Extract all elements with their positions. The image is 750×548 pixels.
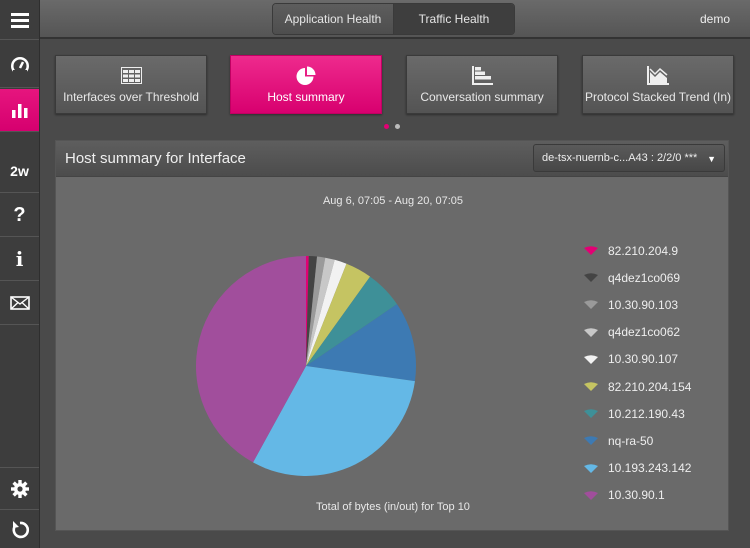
sidebar: 2w ? i: [0, 0, 40, 548]
legend-swatch-icon: [584, 436, 598, 446]
legend-swatch-icon: [584, 382, 598, 392]
legend-item[interactable]: 10.30.90.103: [584, 291, 691, 318]
sidebar-settings-button[interactable]: [0, 467, 39, 510]
mail-icon: [9, 296, 30, 310]
tile-interfaces-over-threshold[interactable]: Interfaces over Threshold: [55, 55, 207, 114]
legend-item[interactable]: 10.30.90.107: [584, 346, 691, 373]
tile-label: Interfaces over Threshold: [63, 90, 199, 104]
sidebar-dashboard-button[interactable]: [0, 45, 39, 88]
chevron-down-icon: ▼: [707, 154, 716, 164]
panel-header: Host summary for Interface de-tsx-nuernb…: [56, 141, 728, 177]
chart-date-range: Aug 6, 07:05 - Aug 20, 07:05: [322, 195, 464, 207]
tile-protocol-stacked-trend[interactable]: Protocol Stacked Trend (In): [582, 55, 734, 114]
legend-swatch-icon: [584, 491, 598, 500]
tile-label: Conversation summary: [420, 90, 544, 104]
legend-item[interactable]: 82.210.204.154: [584, 373, 691, 400]
tab-application-health[interactable]: Application Health: [273, 4, 394, 34]
legend-swatch-icon: [584, 327, 598, 337]
pie-chart: [195, 256, 416, 476]
tile-label: Host summary: [267, 90, 345, 104]
legend-item[interactable]: 10.212.190.43: [584, 400, 691, 427]
legend-item[interactable]: q4dez1co069: [584, 264, 691, 291]
legend-swatch-icon: [584, 246, 598, 256]
top-bar: Application Health Traffic Health demo: [40, 0, 750, 39]
sidebar-info-button[interactable]: i: [0, 238, 39, 281]
legend-label: q4dez1co062: [608, 325, 681, 340]
legend-label: 10.212.190.43: [608, 406, 685, 421]
tile-conversation-summary[interactable]: Conversation summary: [406, 55, 558, 114]
tile-host-summary[interactable]: Host summary: [230, 55, 382, 114]
legend-label: nq-ra-50: [608, 433, 654, 448]
page-indicator: [384, 124, 400, 129]
sidebar-help-button[interactable]: ?: [0, 194, 39, 237]
sidebar-timeframe-button[interactable]: 2w: [0, 150, 39, 193]
bar-chart-icon: [11, 104, 27, 118]
chart-caption: Total of bytes (in/out) for Top 10: [316, 501, 470, 513]
interface-select-value: de-tsx-nuernb-c...A43 : 2/2/0 ***: [542, 152, 698, 164]
legend-swatch-icon: [584, 463, 598, 473]
pie-chart-icon: [296, 66, 315, 85]
legend-label: 82.210.204.154: [608, 379, 692, 394]
dashboard-gauge-icon: [10, 57, 29, 76]
legend-item[interactable]: q4dez1co062: [584, 319, 691, 346]
interface-select[interactable]: de-tsx-nuernb-c...A43 : 2/2/0 *** ▼: [533, 144, 725, 172]
sidebar-menu-button[interactable]: [0, 0, 39, 40]
chart-legend: 82.210.204.9 q4dez1co069 10.30.90.103 q4dez…: [584, 237, 691, 509]
horizontal-bar-icon: [471, 65, 493, 85]
legend-label: 10.193.243.142: [608, 461, 692, 476]
legend-item[interactable]: nq-ra-50: [584, 427, 691, 454]
user-name[interactable]: demo: [700, 12, 730, 26]
legend-label: q4dez1co069: [608, 270, 681, 285]
settings-gear-icon: [10, 479, 29, 498]
sidebar-reports-button[interactable]: [0, 89, 39, 132]
page-dot-active[interactable]: [384, 124, 389, 129]
legend-swatch-icon: [584, 273, 598, 283]
legend-label: 82.210.204.9: [608, 243, 679, 258]
legend-label: 10.30.90.103: [608, 297, 679, 312]
host-summary-panel: Host summary for Interface de-tsx-nuernb…: [55, 140, 729, 531]
menu-icon: [10, 12, 29, 28]
area-chart-icon: [647, 65, 669, 85]
info-icon: i: [15, 247, 24, 271]
legend-swatch-icon: [584, 300, 598, 310]
tile-label: Protocol Stacked Trend (In): [584, 90, 732, 104]
legend-swatch-icon: [584, 355, 598, 364]
help-icon: ?: [13, 203, 26, 226]
legend-item[interactable]: 82.210.204.9: [584, 237, 691, 264]
timeframe-label: 2w: [10, 163, 29, 179]
legend-swatch-icon: [584, 409, 598, 419]
legend-label: 10.30.90.107: [608, 352, 679, 367]
page-dot[interactable]: [395, 124, 400, 129]
legend-item[interactable]: 10.193.243.142: [584, 455, 691, 482]
tab-traffic-health[interactable]: Traffic Health: [394, 4, 514, 34]
sidebar-refresh-button[interactable]: [0, 511, 39, 548]
sidebar-mail-button[interactable]: [0, 282, 39, 325]
health-segmented-control: Application Health Traffic Health: [272, 3, 515, 35]
panel-title: Host summary for Interface: [65, 150, 246, 167]
table-icon: [120, 66, 142, 84]
refresh-icon: [11, 520, 29, 538]
